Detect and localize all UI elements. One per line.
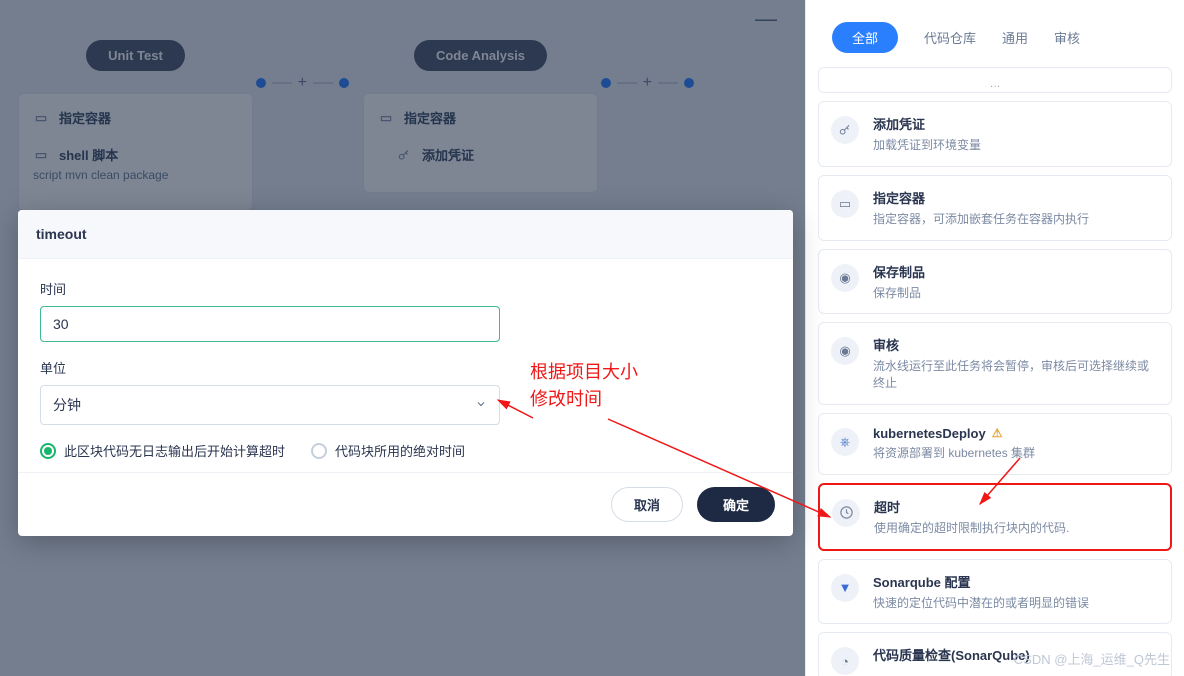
radio-icon (311, 443, 327, 459)
sonar-icon: ▼ (831, 574, 859, 602)
modal-body: 时间 单位 分钟 此区块代码无日志输出后开始计算超时 代码块所用的绝对时间 (18, 259, 793, 472)
title-text: kubernetesDeploy (873, 426, 986, 441)
sidebar-item-kubernetes[interactable]: ⎈ kubernetesDeploy ⚠ 将资源部署到 kubernetes 集… (818, 413, 1172, 475)
sidebar-item-desc: 流水线运行至此任务将会暂停，审核后可选择继续或终止 (873, 358, 1157, 392)
quality-icon: ◔ (831, 647, 859, 675)
modal-title: timeout (18, 210, 793, 259)
tab-review[interactable]: 审核 (1054, 28, 1080, 47)
sidebar-item-review[interactable]: ◉ 审核 流水线运行至此任务将会暂停，审核后可选择继续或终止 (818, 322, 1172, 405)
sidebar-item-container[interactable]: ▭ 指定容器 指定容器，可添加嵌套任务在容器内执行 (818, 175, 1172, 241)
sidebar-item-desc: 快速的定位代码中潜在的或者明显的错误 (873, 595, 1089, 612)
sidebar-item-title: 超时 (874, 497, 1069, 516)
sidebar-list: … 添加凭证 加载凭证到环境变量 ▭ 指定容器 指定容器，可添加嵌套任务在容器内… (806, 67, 1184, 676)
review-icon: ◉ (831, 337, 859, 365)
chevron-down-icon (475, 397, 487, 413)
cancel-button[interactable]: 取消 (611, 487, 683, 522)
sidebar-item-add-cred[interactable]: 添加凭证 加载凭证到环境变量 (818, 101, 1172, 167)
sidebar-item-title: 代码质量检查(SonarQube) (873, 645, 1030, 664)
radio-after-idle[interactable]: 此区块代码无日志输出后开始计算超时 (40, 441, 285, 460)
radio-group: 此区块代码无日志输出后开始计算超时 代码块所用的绝对时间 (40, 441, 771, 460)
sidebar-item-title: 添加凭证 (873, 114, 981, 133)
sidebar-item-sonarqube[interactable]: ▼ Sonarqube 配置 快速的定位代码中潜在的或者明显的错误 (818, 559, 1172, 625)
radio-label: 代码块所用的绝对时间 (335, 441, 465, 460)
sidebar-item-desc: 保存制品 (873, 285, 925, 302)
watermark: CSDN @上海_运维_Q先生 (1014, 649, 1170, 668)
tab-all[interactable]: 全部 (832, 22, 898, 53)
tab-repo[interactable]: 代码仓库 (924, 28, 976, 47)
time-label: 时间 (40, 279, 771, 298)
unit-value: 分钟 (53, 395, 81, 415)
sidebar-item-title: kubernetesDeploy ⚠ (873, 426, 1035, 441)
unit-select[interactable]: 分钟 (40, 385, 500, 425)
sidebar-panel: 全部 代码仓库 通用 审核 … 添加凭证 加载凭证到环境变量 ▭ 指定容器 指定… (805, 0, 1184, 676)
key-icon (831, 116, 859, 144)
sidebar-item-desc: 将资源部署到 kubernetes 集群 (873, 445, 1035, 462)
radio-absolute[interactable]: 代码块所用的绝对时间 (311, 441, 465, 460)
sidebar-item-desc: 使用确定的超时限制执行块内的代码. (874, 520, 1069, 537)
time-input[interactable] (40, 306, 500, 342)
sidebar-item-desc: 指定容器，可添加嵌套任务在容器内执行 (873, 211, 1089, 228)
timeout-modal: timeout 时间 单位 分钟 此区块代码无日志输出后开始计算超时 代码块所用… (18, 210, 793, 536)
container-icon: ▭ (831, 190, 859, 218)
sidebar-tabs: 全部 代码仓库 通用 审核 (806, 0, 1184, 67)
sidebar-item-title: 保存制品 (873, 262, 925, 281)
sidebar-item-artifact[interactable]: ◉ 保存制品 保存制品 (818, 249, 1172, 315)
tab-general[interactable]: 通用 (1002, 28, 1028, 47)
clock-icon (832, 499, 860, 527)
modal-footer: 取消 确定 (18, 472, 793, 536)
sidebar-item-clipped[interactable]: … (818, 67, 1172, 93)
sidebar-item-desc: 加载凭证到环境变量 (873, 137, 981, 154)
warn-icon: ⚠ (992, 426, 1003, 440)
confirm-button[interactable]: 确定 (697, 487, 775, 522)
radio-label: 此区块代码无日志输出后开始计算超时 (64, 441, 285, 460)
sidebar-item-title: 审核 (873, 335, 1157, 354)
sidebar-item-timeout[interactable]: 超时 使用确定的超时限制执行块内的代码. (818, 483, 1172, 551)
sidebar-item-title: 指定容器 (873, 188, 1089, 207)
radio-icon-checked (40, 443, 56, 459)
target-icon: ◉ (831, 264, 859, 292)
sidebar-item-title: Sonarqube 配置 (873, 572, 1089, 591)
unit-label: 单位 (40, 358, 771, 377)
kubernetes-icon: ⎈ (831, 428, 859, 456)
